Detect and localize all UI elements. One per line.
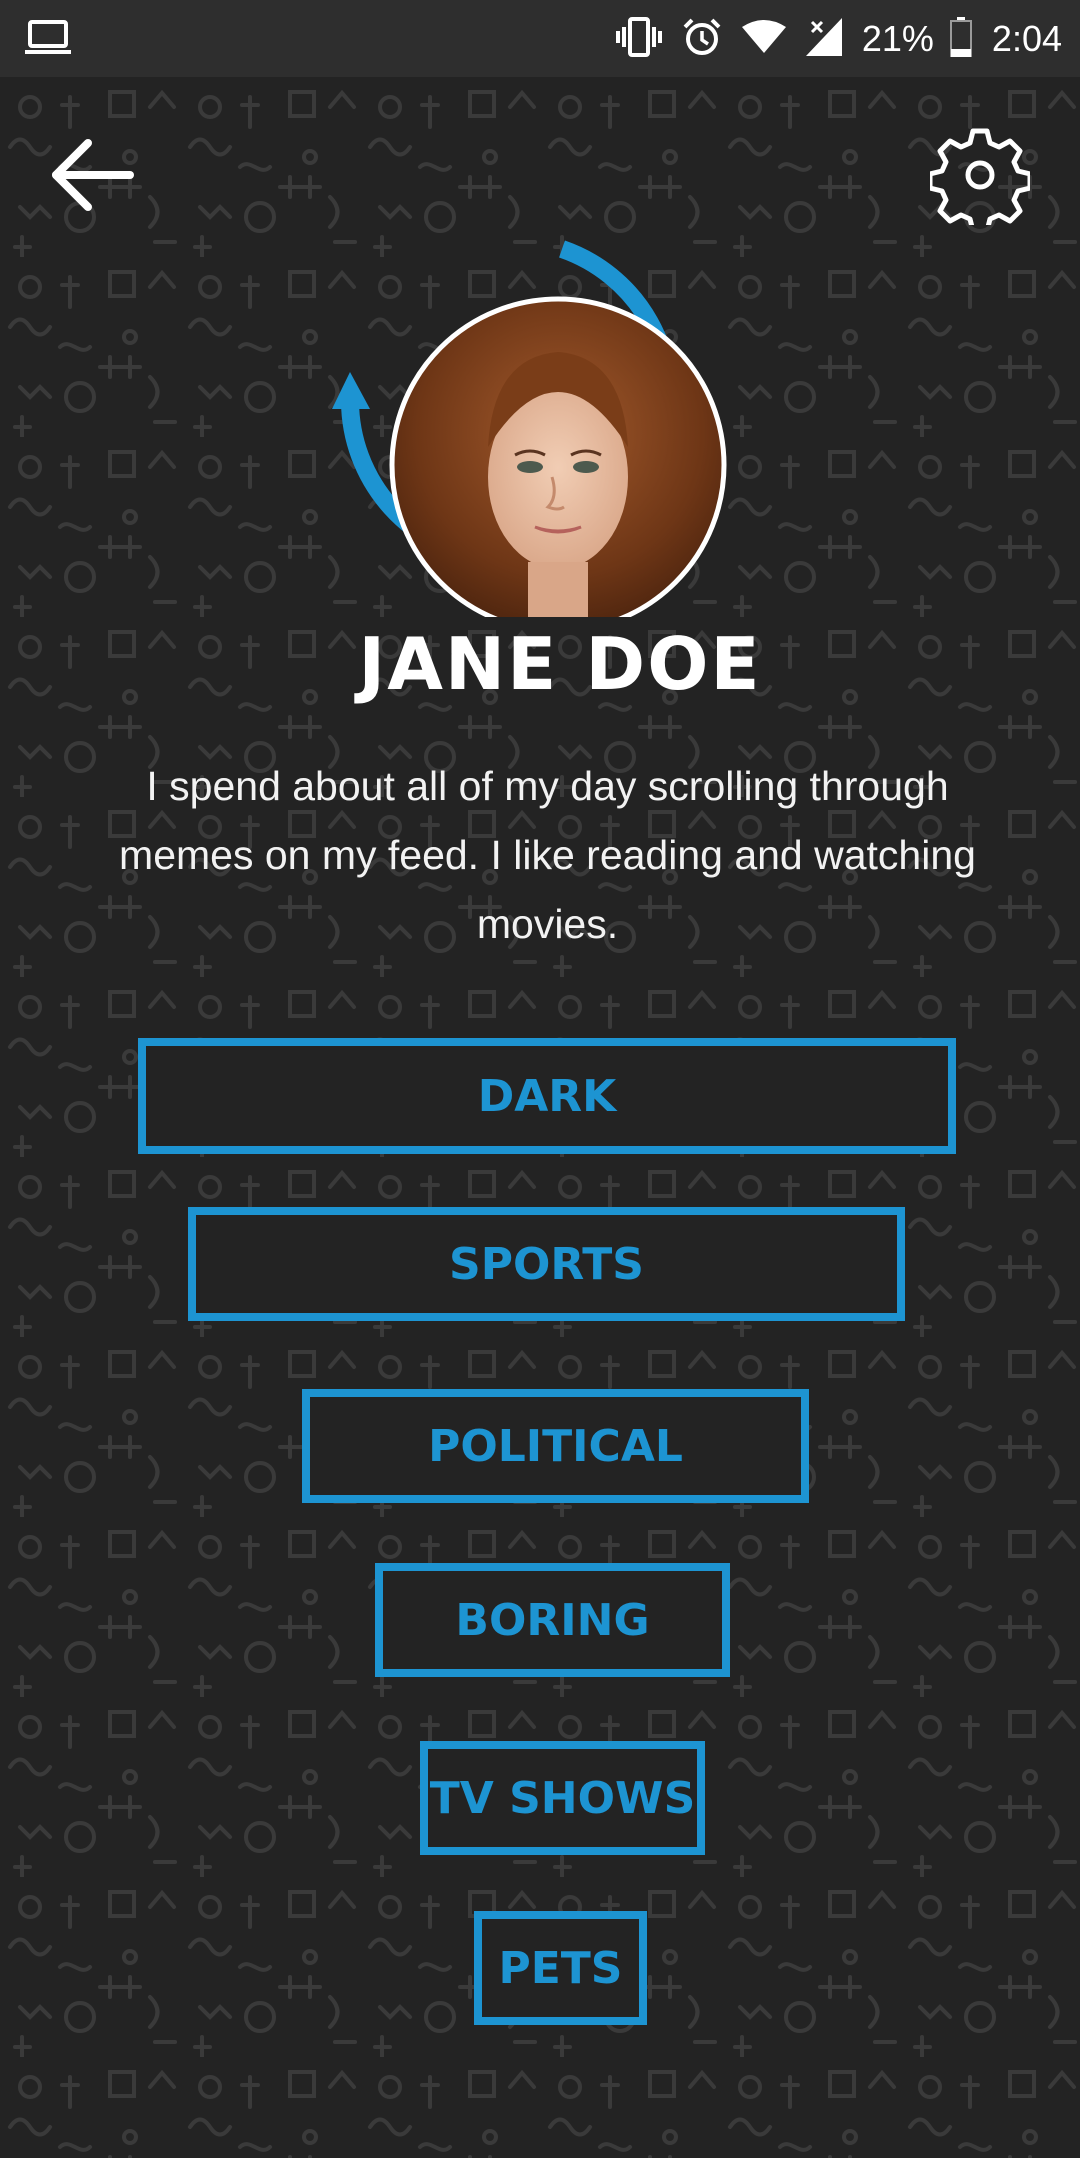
profile-avatar-container [330,177,770,617]
avatar [389,296,727,617]
laptop-icon [24,14,72,62]
back-button[interactable] [52,135,136,215]
settings-button[interactable] [927,125,1033,234]
profile-bio: I spend about all of my day scrolling th… [119,763,976,947]
status-time: 2:04 [991,17,1062,59]
tag-button-tv-shows[interactable]: TV SHOWS [420,1741,705,1855]
tag-button-boring[interactable]: BORING [375,1563,730,1677]
vibrate-icon [615,16,662,61]
profile-name: JANE DOE [358,622,762,706]
profile-screen: JANE DOE I spend about all of my day scr… [0,77,1080,2158]
battery-icon [949,16,972,61]
tag-button-pets[interactable]: PETS [474,1911,647,2025]
gear-icon [927,128,1033,234]
tag-button-sports[interactable]: SPORTS [188,1207,905,1321]
status-bar: 21% 2:04 [0,0,1080,77]
alarm-icon [682,17,722,61]
battery-percentage: 21% [861,17,934,59]
cell-signal-icon [805,17,842,60]
arrow-left-icon [52,139,134,211]
wifi-icon [741,19,786,59]
tag-button-dark[interactable]: DARK [138,1038,956,1154]
tag-button-political[interactable]: POLITICAL [302,1389,809,1503]
